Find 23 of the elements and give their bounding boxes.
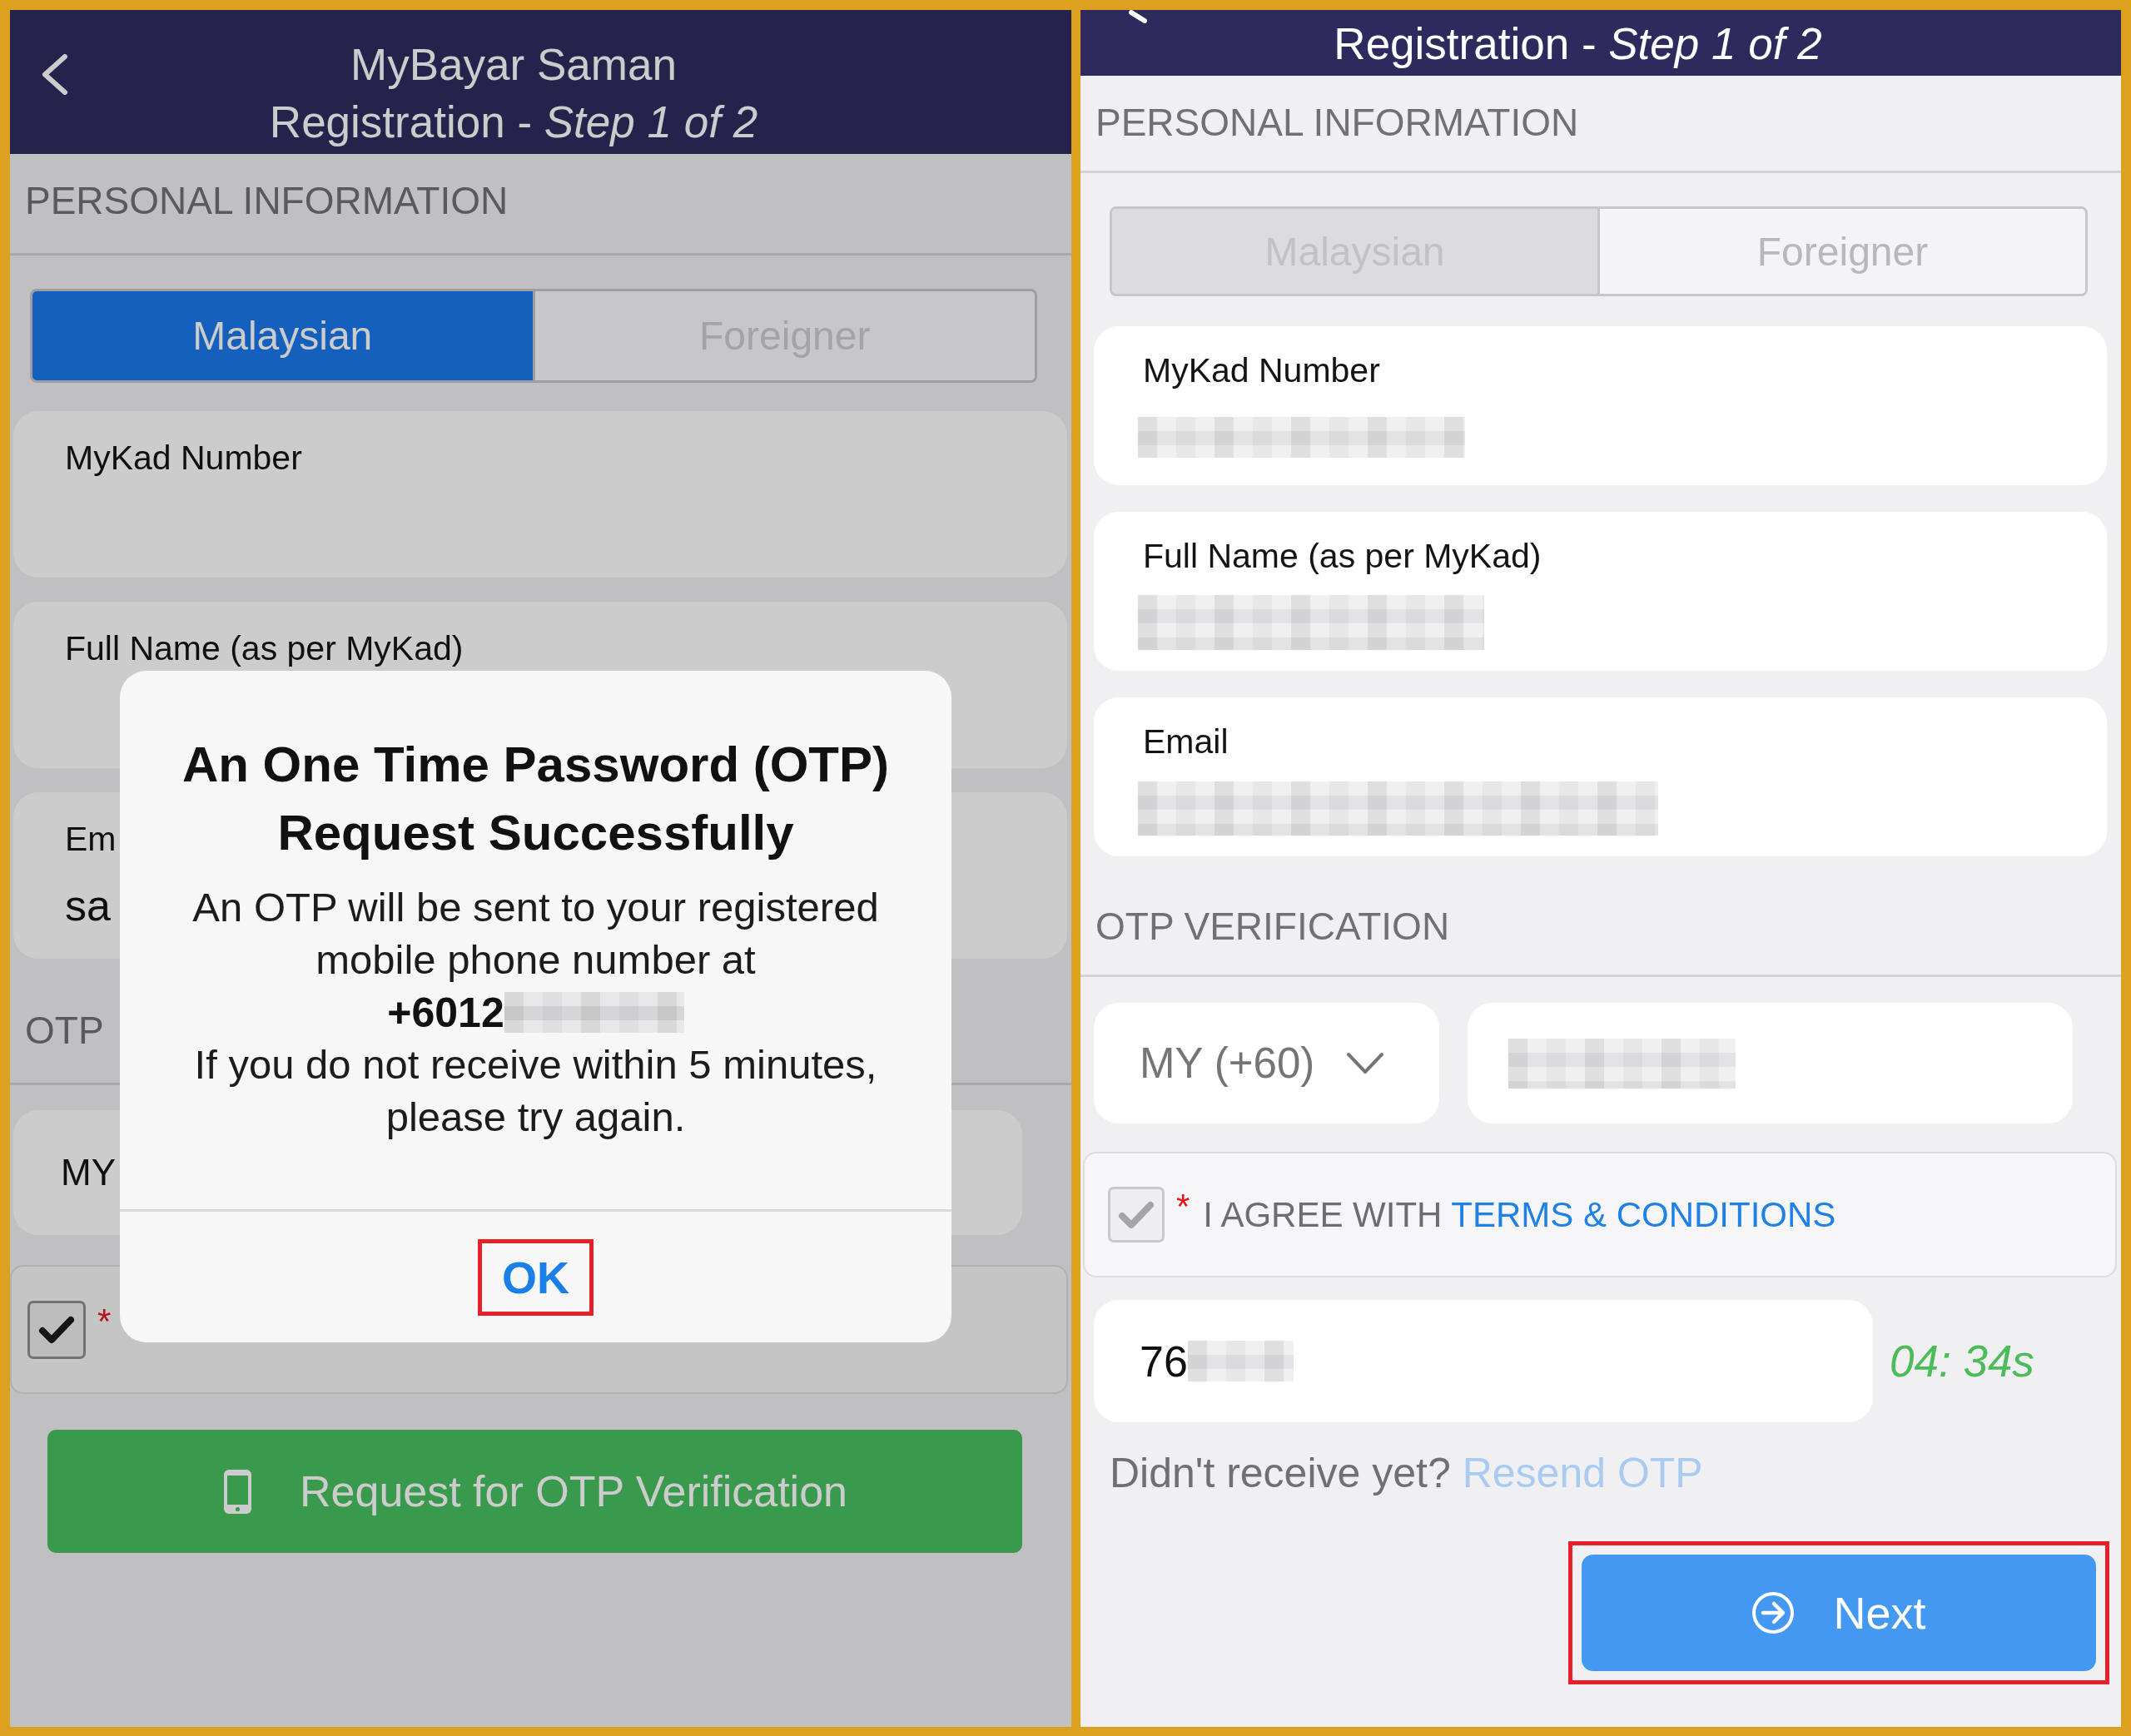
dialog-message: An OTP will be sent to your registered mobile phone number at: [191, 884, 880, 984]
field-label: MyKad Number: [1143, 351, 1380, 390]
field-value: sa: [65, 880, 111, 930]
field-label: Full Name (as per MyKad): [1143, 537, 1542, 576]
field-label: Full Name (as per MyKad): [65, 629, 464, 668]
section-heading: OTP: [25, 1009, 104, 1053]
field-label: Email: [1143, 722, 1229, 761]
dialog-message: If you do not receive within 5 minutes, please try again.: [193, 1041, 878, 1141]
resend-prompt: Didn't receive yet? Resend OTP: [1110, 1449, 1703, 1498]
screen-subtitle: Registration - Step 1 of 2: [1334, 18, 1822, 70]
section-heading: PERSONAL INFORMATION: [25, 179, 509, 223]
screen-title: MyBayar Saman: [350, 39, 677, 91]
section-heading: PERSONAL INFORMATION: [1095, 101, 1579, 145]
section-heading: OTP VERIFICATION: [1095, 905, 1450, 949]
field-label: Em: [65, 820, 117, 859]
agreement-text: I AGREE WITH TERMS & CONDITIONS: [1203, 1194, 1836, 1235]
required-asterisk: *: [97, 1301, 112, 1342]
field-label: MyKad Number: [65, 439, 302, 478]
countdown-timer: 04: 34s: [1890, 1336, 2034, 1386]
dialog-title: An One Time Password (OTP) Request Successfully: [181, 736, 891, 862]
screen-subtitle: Registration - Step 1 of 2: [269, 97, 758, 148]
required-asterisk: *: [1176, 1186, 1190, 1227]
phone-number: +6012: [387, 988, 504, 1037]
